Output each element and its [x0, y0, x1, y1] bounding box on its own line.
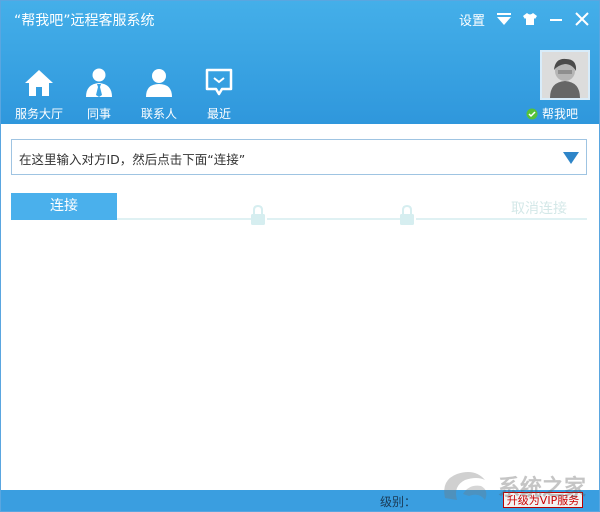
contact-icon — [146, 69, 172, 97]
window-title: “帮我吧”远程客服系统 — [14, 13, 155, 29]
skin-shirt-icon[interactable] — [521, 10, 539, 28]
progress-line — [267, 218, 400, 220]
nav-label: 服务大厅 — [14, 107, 63, 121]
nav-contacts[interactable]: 联系人 — [129, 67, 189, 123]
lock-icon — [400, 204, 414, 225]
progress-line — [117, 218, 251, 220]
nav-colleague[interactable]: 同事 — [69, 67, 129, 123]
window-controls: 设置 — [459, 9, 591, 29]
dropdown-menu-icon[interactable] — [495, 10, 513, 28]
nav-label: 最近 — [206, 107, 231, 121]
search-placeholder: 在这里输入对方ID，然后点击下面“连接” — [19, 152, 246, 167]
app-window: “帮我吧”远程客服系统 设置 服务大厅 同事 联系人 最近 帮我吧 在这里输入对… — [0, 0, 600, 512]
progress-line — [416, 218, 587, 220]
nav-label: 联系人 — [140, 107, 177, 121]
recent-chat-icon — [205, 68, 233, 96]
home-icon — [25, 70, 53, 96]
avatar[interactable] — [540, 50, 590, 100]
lock-icon — [251, 204, 265, 225]
user-name: 帮我吧 — [541, 107, 578, 121]
header-bar: “帮我吧”远程客服系统 设置 服务大厅 同事 联系人 最近 帮我吧 — [1, 1, 599, 124]
nav-label: 同事 — [86, 107, 111, 121]
connect-button[interactable]: 连接 — [11, 193, 117, 220]
user-status: 帮我吧 — [526, 105, 578, 122]
search-input[interactable]: 在这里输入对方ID，然后点击下面“连接” — [11, 139, 587, 175]
disconnect-button[interactable]: 取消连接 — [511, 198, 567, 218]
online-status-icon — [526, 108, 538, 119]
chevron-down-icon[interactable] — [562, 151, 580, 165]
nav-recent[interactable]: 最近 — [189, 67, 249, 123]
main-nav: 服务大厅 同事 联系人 最近 — [9, 67, 249, 123]
nav-service-hall[interactable]: 服务大厅 — [9, 67, 69, 123]
close-icon[interactable] — [573, 10, 591, 28]
watermark-text: 系统之家 — [498, 475, 587, 501]
minimize-icon[interactable] — [547, 10, 565, 28]
settings-button[interactable]: 设置 — [459, 10, 485, 29]
colleague-icon — [86, 68, 112, 97]
level-label: 级别： — [380, 495, 417, 509]
